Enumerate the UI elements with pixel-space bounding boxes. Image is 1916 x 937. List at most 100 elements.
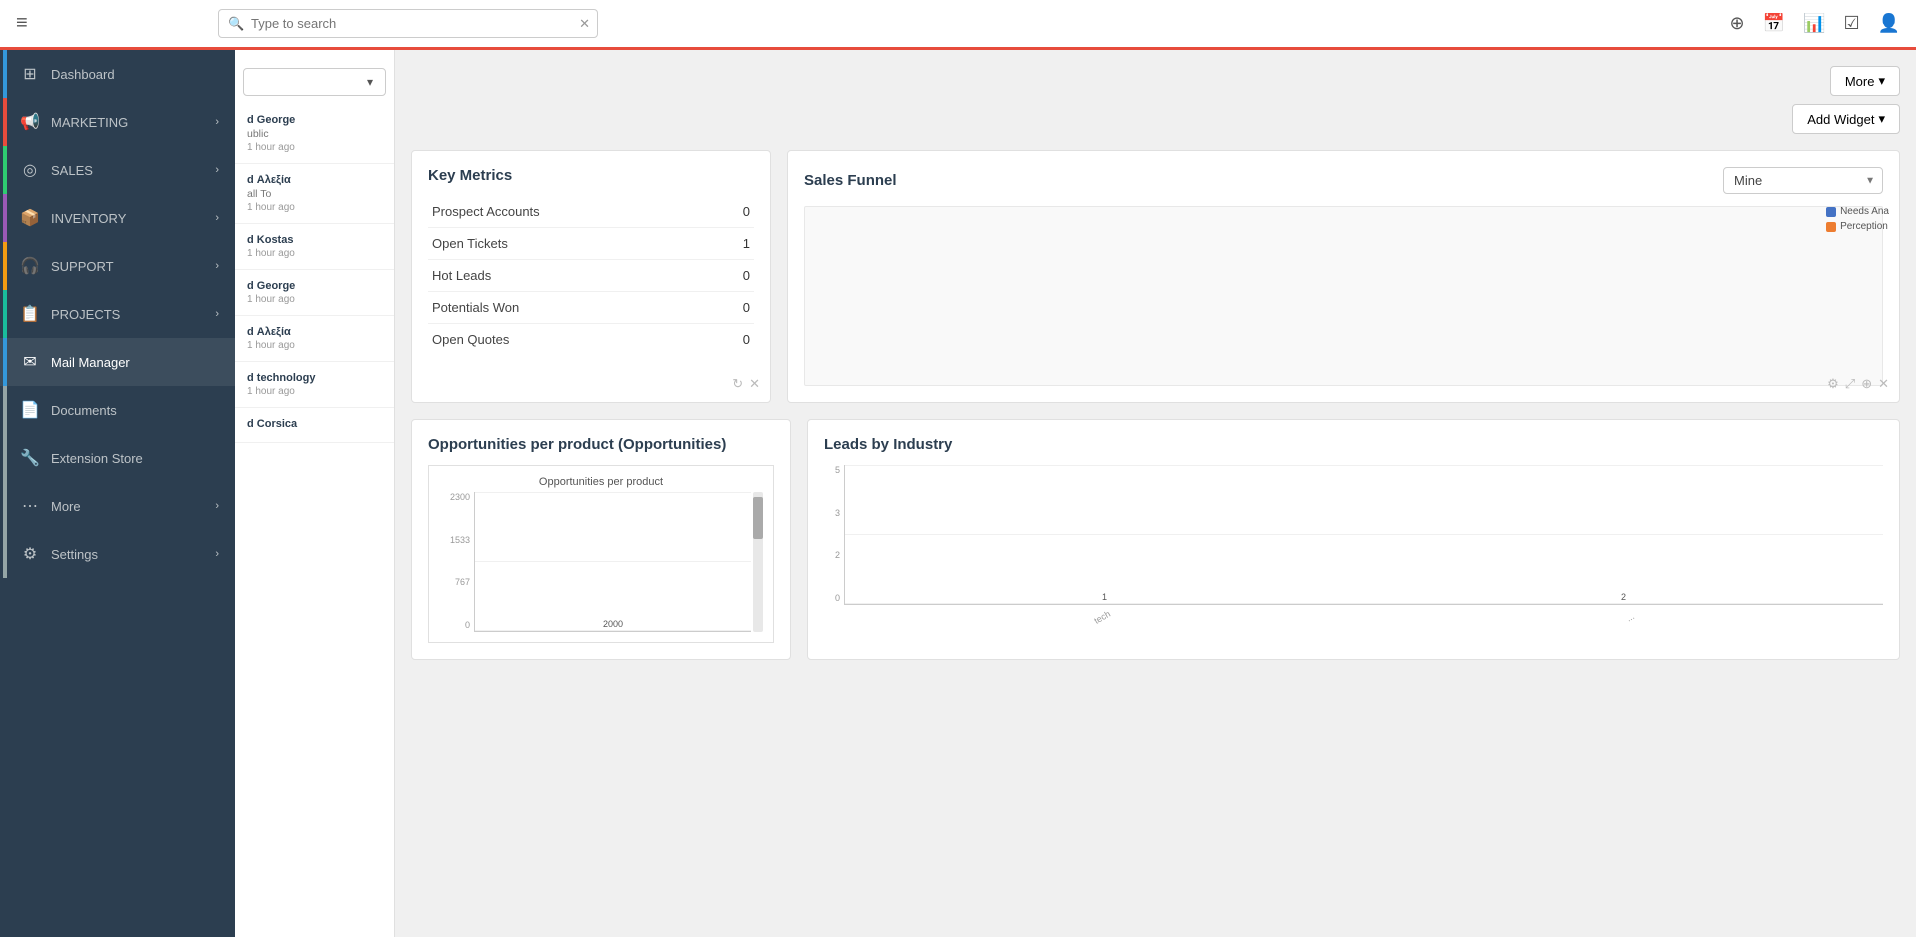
sidebar-item-settings[interactable]: ⚙ Settings ›: [0, 530, 235, 578]
resize-icon[interactable]: ⤢: [1845, 376, 1855, 392]
chart-scrollbar[interactable]: [753, 492, 763, 632]
y-label: 2: [824, 550, 844, 560]
list-item[interactable]: d Kostas 1 hour ago: [235, 224, 394, 270]
bar-value-label: 1: [1102, 592, 1107, 602]
hamburger-icon[interactable]: ≡: [16, 12, 46, 35]
funnel-select-wrap: Mine All My Team: [1723, 167, 1883, 194]
topbar: ≡ 🔍 ✕ ⊕ 📅 📊 ☑ 👤: [0, 0, 1916, 50]
chevron-down-icon: ▾: [367, 75, 373, 89]
sidebar-item-more[interactable]: ⋯ More ›: [0, 482, 235, 530]
close-icon[interactable]: ✕: [749, 376, 760, 392]
sales-funnel-header: Sales Funnel Mine All My Team: [804, 167, 1883, 194]
marketing-icon: 📢: [19, 111, 41, 133]
table-row[interactable]: Potentials Won 0: [428, 292, 754, 324]
funnel-chart-area: [804, 206, 1883, 386]
list-item[interactable]: d George ublic 1 hour ago: [235, 104, 394, 164]
close-icon[interactable]: ✕: [1878, 376, 1889, 392]
list-item[interactable]: d technology 1 hour ago: [235, 362, 394, 408]
dashboard-row-1: Key Metrics Prospect Accounts 0 Open Tic…: [411, 150, 1900, 403]
list-item[interactable]: d Αλεξία all To 1 hour ago: [235, 164, 394, 224]
list-item[interactable]: d Αλεξία 1 hour ago: [235, 316, 394, 362]
activity-time: 1 hour ago: [247, 142, 382, 153]
dashboard-area: More ▾ Add Widget ▾ Key Metrics: [395, 50, 1916, 937]
legend-dot: [1826, 222, 1836, 232]
chevron-down-icon: ▾: [1878, 111, 1885, 127]
y-label: 0: [439, 620, 474, 630]
sidebar-item-documents[interactable]: 📄 Documents: [0, 386, 235, 434]
add-widget-button[interactable]: Add Widget ▾: [1792, 104, 1900, 134]
key-metrics-widget: Key Metrics Prospect Accounts 0 Open Tic…: [411, 150, 771, 403]
sidebar-item-mail[interactable]: ✉ Mail Manager: [0, 338, 235, 386]
move-icon[interactable]: ⊕: [1861, 376, 1872, 392]
metric-label: Hot Leads: [428, 260, 716, 292]
metric-value: 0: [716, 196, 754, 228]
activity-name: d Corsica: [247, 418, 382, 430]
topbar-icons: ⊕ 📅 📊 ☑ 👤: [1730, 13, 1901, 34]
sidebar: ⊞ Dashboard 📢 MARKETING › ◎ SALES › 📦 IN…: [0, 50, 235, 937]
add-icon[interactable]: ⊕: [1730, 13, 1745, 34]
y-label: 1533: [439, 535, 474, 545]
sidebar-item-dashboard[interactable]: ⊞ Dashboard: [0, 50, 235, 98]
sidebar-item-inventory[interactable]: 📦 INVENTORY ›: [0, 194, 235, 242]
main-content: ▾ d George ublic 1 hour ago d Αλεξία all…: [235, 50, 1916, 937]
table-row[interactable]: Hot Leads 0: [428, 260, 754, 292]
y-label: 3: [824, 508, 844, 518]
tasks-icon[interactable]: ☑: [1843, 13, 1859, 34]
sidebar-item-marketing[interactable]: 📢 MARKETING ›: [0, 98, 235, 146]
calendar-icon[interactable]: 📅: [1763, 13, 1785, 34]
bar-group: 1: [853, 592, 1356, 604]
metric-label: Open Tickets: [428, 228, 716, 260]
activity-name: d Αλεξία: [247, 326, 382, 338]
activity-name: d Kostas: [247, 234, 382, 246]
sidebar-item-label: More: [51, 499, 215, 514]
activity-sub: all To: [247, 188, 382, 200]
table-row[interactable]: Prospect Accounts 0: [428, 196, 754, 228]
sidebar-item-support[interactable]: 🎧 SUPPORT ›: [0, 242, 235, 290]
widget-actions: ↻ ✕: [732, 376, 760, 392]
sidebar-item-label: Dashboard: [51, 67, 219, 82]
dashboard-topbar: More ▾: [411, 66, 1900, 96]
sidebar-item-label: Mail Manager: [51, 355, 219, 370]
chevron-right-icon: ›: [215, 548, 219, 560]
activity-name: d George: [247, 280, 382, 292]
extension-icon: 🔧: [19, 447, 41, 469]
y-label: 5: [824, 465, 844, 475]
widget-actions: ⚙ ⤢ ⊕ ✕: [1827, 376, 1889, 392]
dashboard-row-2: Opportunities per product (Opportunities…: [411, 419, 1900, 660]
metrics-table: Prospect Accounts 0 Open Tickets 1 Hot L…: [428, 196, 754, 355]
metric-label: Open Quotes: [428, 324, 716, 356]
list-item[interactable]: d George 1 hour ago: [235, 270, 394, 316]
more-button[interactable]: More ▾: [1830, 66, 1900, 96]
table-row[interactable]: Open Quotes 0: [428, 324, 754, 356]
table-row[interactable]: Open Tickets 1: [428, 228, 754, 260]
activity-time: 1 hour ago: [247, 386, 382, 397]
y-label: 2300: [439, 492, 474, 502]
settings-icon[interactable]: ⚙: [1827, 376, 1839, 392]
activity-filter-dropdown[interactable]: ▾: [243, 68, 386, 96]
activity-time: 1 hour ago: [247, 248, 382, 259]
list-item[interactable]: d Corsica: [235, 408, 394, 443]
sidebar-item-extension[interactable]: 🔧 Extension Store: [0, 434, 235, 482]
chevron-right-icon: ›: [215, 260, 219, 272]
refresh-icon[interactable]: ↻: [732, 376, 743, 392]
projects-icon: 📋: [19, 303, 41, 325]
add-widget-label: Add Widget: [1807, 112, 1874, 127]
sidebar-item-projects[interactable]: 📋 PROJECTS ›: [0, 290, 235, 338]
search-input[interactable]: [218, 9, 598, 38]
leads-industry-title: Leads by Industry: [824, 436, 1883, 453]
chevron-down-icon: ▾: [1878, 73, 1885, 89]
user-icon[interactable]: 👤: [1878, 13, 1900, 34]
sidebar-item-label: Settings: [51, 547, 215, 562]
sales-funnel-widget: Sales Funnel Mine All My Team: [787, 150, 1900, 403]
chart-icon[interactable]: 📊: [1803, 13, 1825, 34]
chevron-right-icon: ›: [215, 212, 219, 224]
sidebar-item-label: Extension Store: [51, 451, 219, 466]
clear-search-icon[interactable]: ✕: [579, 16, 590, 32]
more-label: More: [1845, 74, 1875, 89]
mail-icon: ✉: [19, 351, 41, 373]
sidebar-item-label: Documents: [51, 403, 219, 418]
sidebar-item-sales[interactable]: ◎ SALES ›: [0, 146, 235, 194]
chevron-right-icon: ›: [215, 308, 219, 320]
funnel-select[interactable]: Mine All My Team: [1723, 167, 1883, 194]
inventory-icon: 📦: [19, 207, 41, 229]
